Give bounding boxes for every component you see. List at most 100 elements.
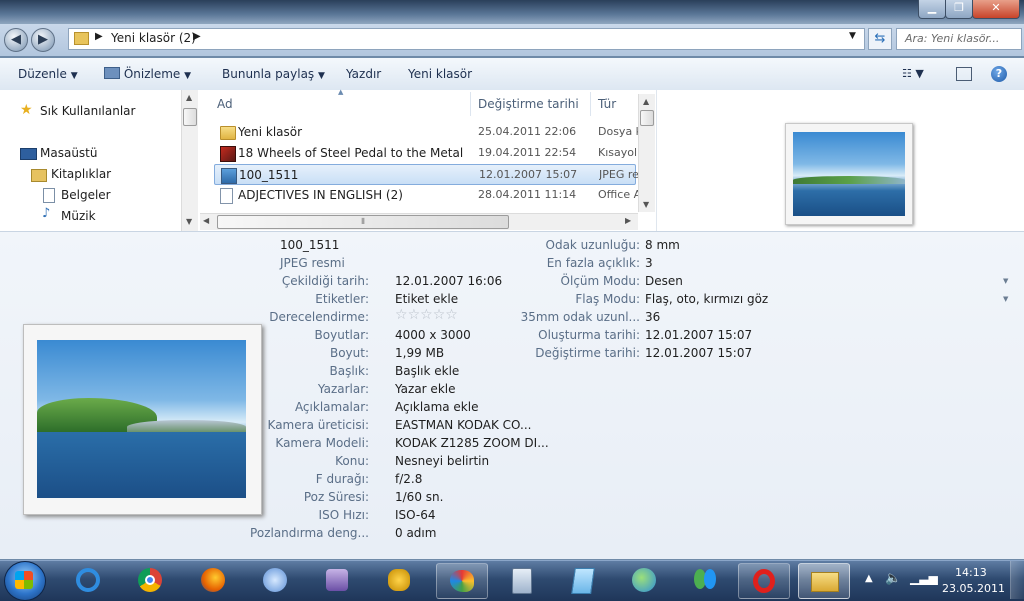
file-row[interactable]: ADJECTIVES IN ENGLISH (2) 28.04.2011 11:… (214, 185, 638, 205)
scroll-up-icon[interactable]: ▲ (643, 97, 649, 106)
star-empty-icon[interactable]: ☆ (433, 307, 446, 323)
close-button[interactable]: ✕ (972, 0, 1020, 19)
dropdown-arrow-icon[interactable]: ▼ (1003, 295, 1008, 303)
star-icon: ★ (20, 102, 33, 118)
prop-value[interactable]: ISO-64 (395, 508, 436, 522)
clock-time[interactable]: 14:13 (955, 566, 987, 579)
prop-value[interactable]: 12.01.2007 15:07 (645, 328, 752, 342)
file-row[interactable]: Yeni klasör 25.04.2011 22:06 Dosya k (214, 122, 638, 142)
column-header-name[interactable]: Ad (217, 97, 233, 111)
paint-icon[interactable] (436, 563, 488, 599)
scroll-down-icon[interactable]: ▼ (186, 217, 192, 226)
minimize-button[interactable]: ▁ (918, 0, 946, 19)
organize-button[interactable]: Düzenle ▼ (18, 67, 78, 81)
file-row[interactable]: 18 Wheels of Steel Pedal to the Metal 19… (214, 143, 637, 163)
prop-value[interactable]: 12.01.2007 15:07 (645, 346, 752, 360)
address-dropdown-icon[interactable]: ▼ (849, 31, 856, 41)
firefox-icon[interactable] (188, 563, 238, 597)
explorer-icon[interactable] (798, 563, 850, 599)
prop-value[interactable]: Desen (645, 274, 683, 288)
sidebar-item-music[interactable]: Müzik (61, 209, 96, 223)
column-header-date[interactable]: Değiştirme tarihi (478, 97, 579, 111)
print-button[interactable]: Yazdır (346, 67, 381, 81)
volume-icon[interactable]: 🔈 (885, 571, 901, 586)
scroll-left-icon[interactable]: ◀ (203, 216, 209, 225)
maximize-button[interactable]: ❐ (945, 0, 973, 19)
prop-label: Oluşturma tarihi: (538, 328, 640, 342)
preview-pane (656, 90, 1024, 231)
media-player-icon[interactable] (250, 563, 300, 597)
share-button[interactable]: Bununla paylaş ▼ (222, 67, 325, 81)
file-list-scrollbar[interactable]: ▲ ▼ (638, 94, 655, 212)
file-name: 18 Wheels of Steel Pedal to the Metal (238, 146, 464, 160)
opera-mail-icon[interactable] (738, 563, 790, 599)
calculator-icon[interactable] (496, 563, 546, 597)
prop-value[interactable]: KODAK Z1285 ZOOM DI... (395, 436, 549, 450)
sidebar-item-favorites[interactable]: Sık Kullanılanlar (40, 104, 135, 118)
star-empty-icon[interactable]: ☆ (445, 307, 458, 323)
game-icon[interactable] (374, 563, 424, 597)
scroll-thumb[interactable] (183, 108, 197, 126)
sidebar-item-documents[interactable]: Belgeler (61, 188, 111, 202)
app-icon[interactable] (312, 563, 362, 597)
prop-value[interactable]: Nesneyi belirtin (395, 454, 489, 468)
preview-pane-icon[interactable] (956, 67, 972, 81)
address-bar[interactable]: ▶ Yeni klasör (2) ▶ ▼ (68, 28, 865, 50)
breadcrumb-arrow-icon[interactable]: ▶ (95, 31, 103, 42)
notepad-icon[interactable] (557, 563, 607, 597)
prop-value[interactable]: 3 (645, 256, 653, 270)
file-date: 28.04.2011 11:14 (478, 188, 577, 201)
sidebar-item-libraries[interactable]: Kitaplıklar (51, 167, 111, 181)
file-row-selected[interactable]: 100_1511 12.01.2007 15:07 JPEG re (214, 164, 639, 185)
scroll-down-icon[interactable]: ▼ (643, 200, 649, 209)
prop-value[interactable]: 1/60 sn. (395, 490, 443, 504)
column-header-type[interactable]: Tür (598, 97, 616, 111)
scroll-thumb[interactable] (640, 110, 654, 126)
prop-value[interactable]: 12.01.2007 16:06 (395, 274, 502, 288)
file-list-hscrollbar[interactable]: ◀ ⦀ ▶ (200, 213, 638, 230)
folder-icon (220, 126, 236, 140)
chrome-icon[interactable] (125, 563, 175, 597)
prop-value[interactable]: Açıklama ekle (395, 400, 478, 414)
star-empty-icon[interactable]: ☆ (420, 307, 433, 323)
prop-value: 1,99 MB (395, 346, 445, 360)
forward-button[interactable]: ▶ (31, 28, 55, 52)
show-hidden-icons-icon[interactable]: ▲ (865, 573, 873, 584)
file-date: 12.01.2007 15:07 (479, 168, 578, 181)
breadcrumb-current[interactable]: Yeni klasör (2) (111, 31, 196, 45)
back-button[interactable]: ◀ (4, 28, 28, 52)
internet-explorer-icon[interactable] (64, 563, 114, 597)
search-input[interactable]: Ara: Yeni klasör... (896, 28, 1022, 50)
help-icon[interactable]: ? (991, 66, 1007, 82)
scroll-thumb[interactable]: ⦀ (217, 215, 509, 229)
prop-value[interactable]: 36 (645, 310, 660, 324)
star-empty-icon[interactable]: ☆ (408, 307, 421, 323)
column-divider (470, 92, 471, 116)
sidebar-item-desktop[interactable]: Masaüstü (40, 146, 97, 160)
breadcrumb-arrow-icon[interactable]: ▶ (193, 31, 201, 42)
prop-value[interactable]: Etiket ekle (395, 292, 458, 306)
prop-value[interactable]: f/2.8 (395, 472, 422, 486)
messenger-icon[interactable] (680, 563, 730, 597)
view-options-icon[interactable]: ☷ ▼ (902, 67, 924, 80)
clock-date[interactable]: 23.05.2011 (942, 582, 1005, 595)
prop-value[interactable]: EASTMAN KODAK CO... (395, 418, 531, 432)
maps-icon[interactable] (619, 563, 669, 597)
new-folder-button[interactable]: Yeni klasör (408, 67, 472, 81)
image-file-icon (221, 168, 237, 184)
preview-button[interactable]: Önizleme ▼ (104, 67, 191, 81)
prop-value[interactable]: Flaş, oto, kırmızı göz (645, 292, 768, 306)
network-icon[interactable]: ▁▃▅ (910, 571, 938, 585)
prop-value[interactable]: 0 adım (395, 526, 436, 540)
prop-value[interactable]: Başlık ekle (395, 364, 459, 378)
show-desktop-button[interactable] (1010, 561, 1024, 599)
scroll-up-icon[interactable]: ▲ (186, 93, 192, 102)
sidebar-scrollbar[interactable]: ▲ ▼ (181, 90, 198, 231)
rating-stars[interactable]: ☆☆☆☆☆ (395, 307, 458, 323)
star-empty-icon[interactable]: ☆ (395, 307, 408, 323)
refresh-button[interactable]: ⇆ (868, 28, 892, 50)
scroll-right-icon[interactable]: ▶ (625, 216, 631, 225)
prop-value[interactable]: Yazar ekle (395, 382, 455, 396)
prop-value[interactable]: 8 mm (645, 238, 680, 252)
dropdown-arrow-icon[interactable]: ▼ (1003, 277, 1008, 285)
